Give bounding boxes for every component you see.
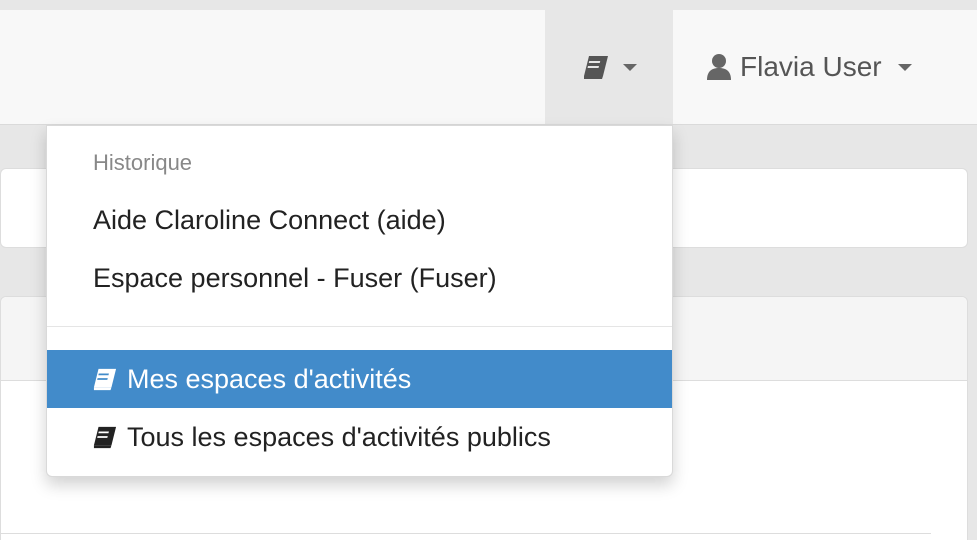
- menu-item-my-workspaces[interactable]: Mes espaces d'activités: [47, 350, 672, 408]
- book-icon: [91, 367, 119, 391]
- top-navbar: Flavia User: [0, 10, 977, 125]
- book-icon: [91, 425, 119, 449]
- chevron-down-icon: [623, 63, 637, 71]
- chevron-down-icon: [897, 63, 912, 71]
- menu-divider: [47, 326, 672, 327]
- menu-item-label: Mes espaces d'activités: [127, 363, 412, 394]
- menu-item-label: Tous les espaces d'activités publics: [127, 421, 551, 452]
- user-name: Flavia User: [740, 51, 882, 82]
- history-item-label: Aide Claroline Connect (aide): [93, 204, 446, 235]
- history-item-label: Espace personnel - Fuser (Fuser): [93, 262, 497, 293]
- history-header: Historique: [93, 150, 193, 175]
- divider: [1, 533, 931, 534]
- user-icon: [706, 53, 732, 81]
- user-menu-toggle[interactable]: Flavia User: [688, 10, 948, 124]
- menu-item-public-workspaces[interactable]: Tous les espaces d'activités publics: [47, 408, 672, 466]
- workspaces-dropdown-menu: Historique Aide Claroline Connect (aide)…: [46, 125, 673, 477]
- book-icon: [581, 54, 611, 80]
- workspaces-menu-toggle[interactable]: [545, 10, 673, 124]
- app-frame: Flavia User Historique Aide Claroline Co…: [0, 0, 977, 540]
- history-item-aide[interactable]: Aide Claroline Connect (aide): [47, 191, 672, 249]
- history-item-personal-space[interactable]: Espace personnel - Fuser (Fuser): [47, 249, 672, 307]
